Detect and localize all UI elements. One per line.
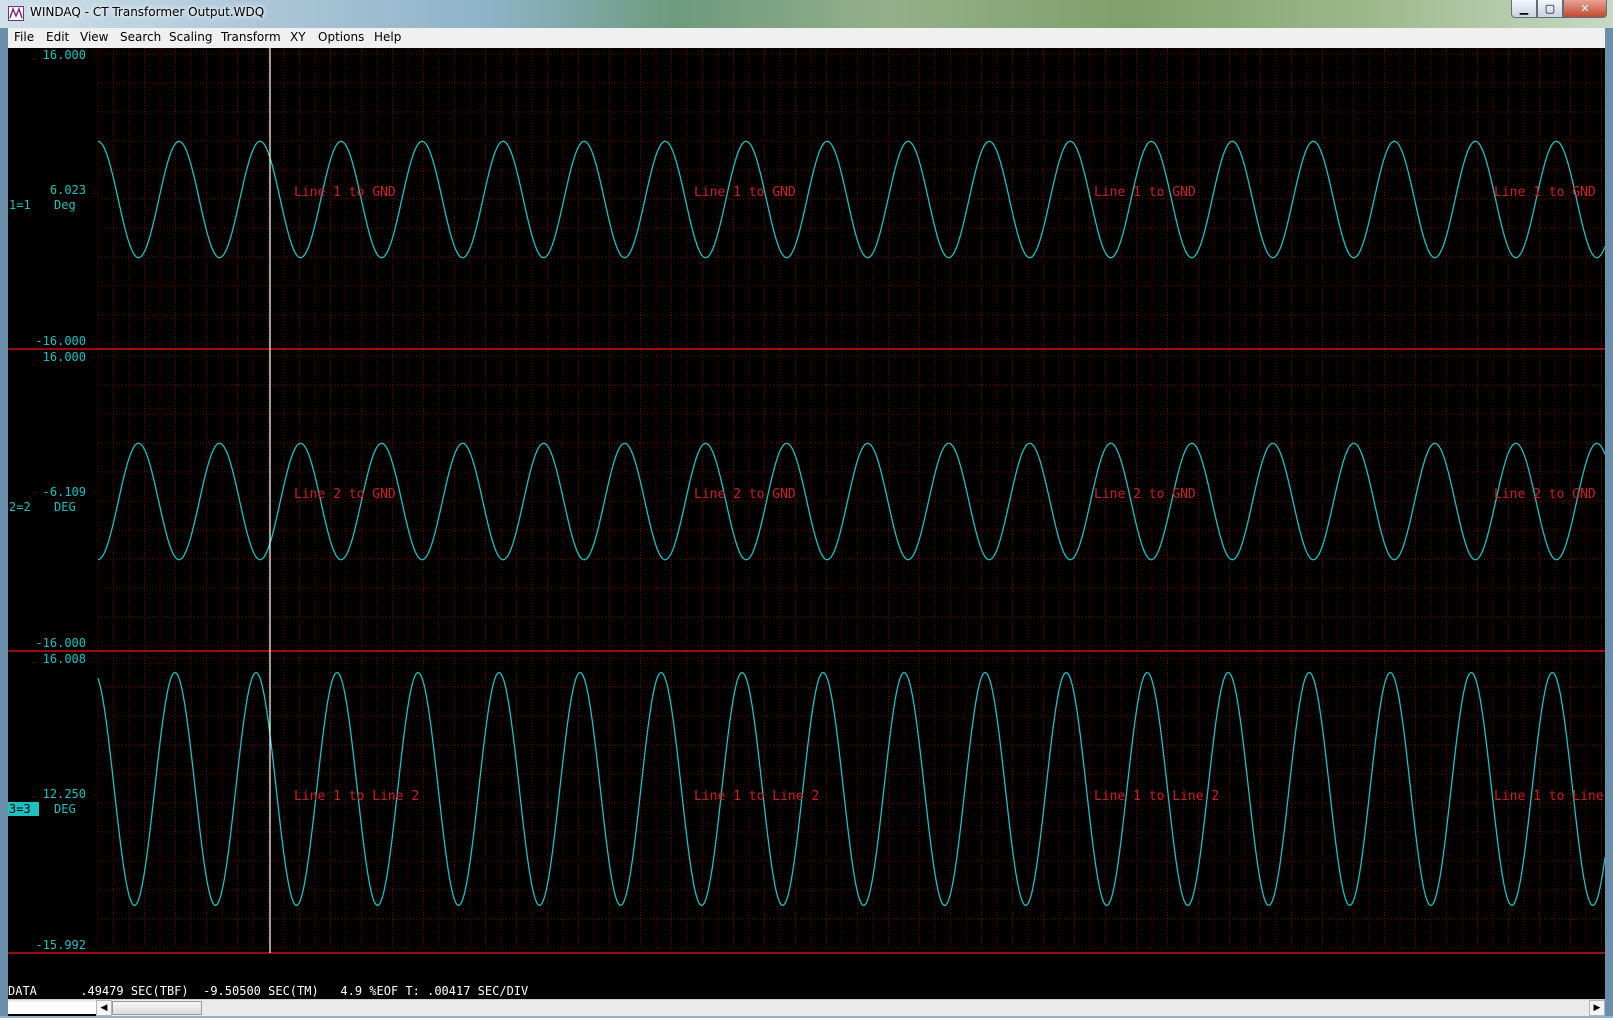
channel-annotation: Line 2 to GND [294, 487, 396, 502]
channel-bottom-value: -16.000 [35, 636, 86, 650]
minimize-button[interactable]: ▁ [1511, 0, 1537, 18]
channel-mid-value: 6.023 [50, 183, 86, 197]
windaq-app-icon[interactable] [8, 6, 24, 21]
waveform-canvas[interactable]: 16.000 6.023 -16.000 1=1 Deg Line 1 to GND Lin… [8, 48, 1605, 985]
channel-top-value: 16.000 [43, 350, 86, 364]
status-sec-div: .00417 SEC/DIV [427, 984, 529, 998]
menu-file[interactable]: File [14, 30, 34, 44]
title-bar[interactable]: WINDAQ - CT Transformer Output.WDQ ▁ ▢ ✕ [0, 0, 1613, 28]
scroll-left-arrow-icon[interactable]: ◀ [96, 1000, 112, 1016]
channel-annotation: Line 2 to GND [1094, 487, 1196, 502]
status-bar: DATA .49479 SEC(TBF) -9.50500 SEC(TM) 4.… [8, 983, 1605, 999]
channel-id-label: 3=3 [9, 802, 31, 816]
status-eof: 4.9 %EOF [340, 984, 399, 998]
channel-unit-label: DEG [54, 802, 76, 816]
channel-bottom-value: -15.992 [35, 938, 86, 952]
menu-scaling[interactable]: Scaling [169, 30, 212, 44]
status-t-label: T: [405, 984, 420, 998]
channel-id-label: 1=1 [9, 198, 31, 212]
menu-edit[interactable]: Edit [46, 30, 69, 44]
menu-xy[interactable]: XY [290, 30, 306, 44]
window-controls: ▁ ▢ ✕ [1511, 0, 1607, 19]
menu-options[interactable]: Options [318, 30, 364, 44]
channel-id-label: 2=2 [9, 500, 31, 514]
maximize-button[interactable]: ▢ [1537, 0, 1563, 18]
channel-annotation: Line 1 to GND [1494, 185, 1596, 200]
channel-mid-value: -6.109 [43, 485, 86, 499]
channel-top-value: 16.000 [43, 48, 86, 62]
menu-transform[interactable]: Transform [221, 30, 281, 44]
channel-annotation: Line 1 to Line 2 [694, 789, 819, 804]
channel-unit-label: Deg [54, 198, 76, 212]
window-title: WINDAQ - CT Transformer Output.WDQ [30, 5, 265, 19]
menu-view[interactable]: View [80, 30, 108, 44]
channel-annotation: Line 2 to GND [694, 487, 796, 502]
horizontal-scrollbar[interactable]: ◀ ▶ [8, 999, 1605, 1017]
menu-help[interactable]: Help [374, 30, 401, 44]
menu-bar: File Edit View Search Scaling Transform … [8, 28, 1605, 49]
channel-annotation: Line 1 to Line 2 [1094, 789, 1219, 804]
channel-annotation: Line 1 to GND [1094, 185, 1196, 200]
status-tm: -9.50500 SEC(TM) [203, 984, 319, 998]
channel-annotation: Line 1 to GND [694, 185, 796, 200]
status-mode: DATA [8, 984, 37, 998]
channel-bottom-value: -16.000 [35, 334, 86, 348]
channel-unit-label: DEG [54, 500, 76, 514]
channel-top-value: 16.008 [43, 652, 86, 666]
channel-annotation: Line 1 to Line 2 [294, 789, 419, 804]
scroll-thumb[interactable] [112, 1001, 202, 1015]
channel-annotation: Line 1 to Line 2 [1494, 789, 1605, 804]
channel-mid-value: 12.250 [43, 787, 86, 801]
channel-annotation: Line 1 to GND [294, 185, 396, 200]
close-button[interactable]: ✕ [1563, 0, 1607, 18]
waveform-display[interactable]: 16.000 6.023 -16.000 1=1 Deg Line 1 to GND Lin… [8, 48, 1605, 985]
channel-annotation: Line 2 to GND [1494, 487, 1596, 502]
scroll-position-indicator [8, 1002, 96, 1017]
menu-search[interactable]: Search [120, 30, 161, 44]
scroll-right-arrow-icon[interactable]: ▶ [1589, 1000, 1605, 1016]
status-tbf: .49479 SEC(TBF) [80, 984, 189, 998]
